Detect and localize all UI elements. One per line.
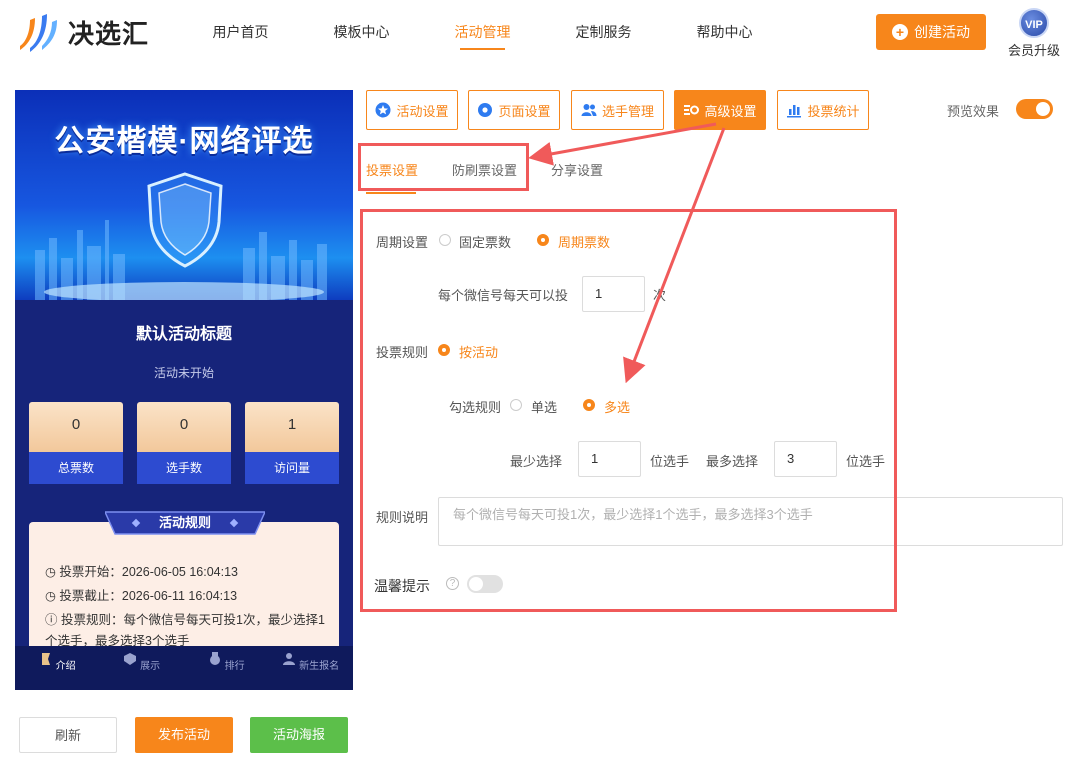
preview-tab-intro[interactable]: 介绍: [15, 646, 100, 690]
tab-label: 高级设置: [704, 103, 757, 119]
brand-name: 决选汇: [68, 18, 150, 49]
annotation-highlight-form: [360, 209, 897, 612]
stat-total-votes: 0 总票数: [29, 402, 123, 484]
preview-tab-label: 展示: [140, 661, 161, 672]
logo[interactable]: 决选汇: [16, 12, 149, 52]
tab-label: 投票统计: [807, 103, 860, 119]
clock-icon: ◷: [45, 565, 56, 579]
advanced-settings-icon: [684, 105, 700, 115]
refresh-button[interactable]: 刷新: [19, 717, 117, 753]
nav-templates[interactable]: 模板中心: [301, 0, 422, 64]
stat-contestants: 0 选手数: [137, 402, 231, 484]
tab-page-settings[interactable]: 页面设置: [468, 90, 560, 130]
tab-activity-settings[interactable]: 活动设置: [366, 90, 458, 130]
banner-title: 公安楷模·网络评选: [54, 125, 314, 158]
preview-tab-label: 排行: [224, 661, 245, 672]
shield-icon: [147, 172, 223, 268]
stat-value: 1: [245, 402, 339, 452]
preview-tab-ranking[interactable]: 排行: [184, 646, 269, 690]
logo-icon: [20, 14, 57, 52]
rule-start-text: 投票开始：2026-06-05 16:04:13: [59, 565, 238, 579]
tab-vote-statistics[interactable]: 投票统计: [777, 90, 869, 130]
subtab-share-settings[interactable]: 分享设置: [551, 160, 603, 179]
preview-toggle-label: 预览效果: [947, 104, 1000, 119]
main-nav: 用户首页 模板中心 活动管理 定制服务 帮助中心: [180, 0, 785, 64]
rule-vote-text: 投票规则：每个微信号每天可投1次，最少选择1个选手，最多选择3个选手: [45, 613, 325, 648]
stat-label: 选手数: [137, 452, 231, 484]
gear-icon: [478, 103, 493, 117]
stat-visits: 1 访问量: [245, 402, 339, 484]
create-activity-button[interactable]: + 创建活动: [876, 14, 986, 50]
nav-custom-service[interactable]: 定制服务: [543, 0, 664, 64]
preview-toggle[interactable]: [1016, 99, 1053, 119]
intro-icon: [41, 653, 50, 665]
vip-label: 会员升级: [1007, 43, 1060, 58]
tab-label: 选手管理: [601, 103, 654, 119]
stat-value: 0: [137, 402, 231, 452]
badge-icon: [124, 653, 137, 665]
info-icon: ⓘ: [45, 613, 58, 627]
preview-tab-label: 新生报名: [299, 661, 340, 672]
tab-label: 活动设置: [396, 103, 449, 119]
stat-value: 0: [29, 402, 123, 452]
tab-label: 页面设置: [498, 103, 551, 119]
preview-tab-label: 介绍: [55, 661, 76, 672]
preview-banner: 公安楷模·网络评选: [15, 90, 353, 300]
users-icon: [581, 104, 597, 116]
subtab-underline: [366, 192, 416, 194]
preview-tab-display[interactable]: 展示: [100, 646, 185, 690]
create-activity-label: 创建活动: [914, 24, 970, 40]
rule-start: ◷ 投票开始：2026-06-05 16:04:13: [45, 562, 335, 583]
preview-tab-signup[interactable]: 新生报名: [269, 646, 354, 690]
rules-card: ◷ 投票开始：2026-06-05 16:04:13 ◷ 投票截止：2026-0…: [29, 522, 339, 662]
tab-contestant-management[interactable]: 选手管理: [571, 90, 664, 130]
tab-advanced-settings[interactable]: 高级设置: [674, 90, 766, 130]
medal-icon: [209, 652, 220, 665]
rule-end-text: 投票截止：2026-06-11 16:04:13: [59, 589, 238, 603]
top-header: 决选汇 用户首页 模板中心 活动管理 定制服务 帮助中心 + 创建活动 VIP …: [0, 0, 1085, 64]
preview-tabbar: 介绍 展示 排行 新生报名: [15, 646, 353, 690]
mobile-preview: 公安楷模·网络评选 默认活动标题 活动未开始 0 总票数 0 选手数 1 访问量…: [15, 90, 353, 690]
rules-title: 活动规则: [158, 515, 211, 530]
stat-label: 访问量: [245, 452, 339, 484]
publish-activity-button[interactable]: 发布活动: [135, 717, 233, 753]
vip-upgrade[interactable]: VIP 会员升级: [1006, 8, 1062, 59]
rule-end: ◷ 投票截止：2026-06-11 16:04:13: [45, 586, 335, 607]
star-icon: [375, 102, 391, 118]
nav-help[interactable]: 帮助中心: [664, 0, 785, 64]
nav-home[interactable]: 用户首页: [180, 0, 301, 64]
annotation-highlight-subtabs: [358, 143, 529, 191]
plus-icon: +: [892, 24, 908, 40]
activity-title: 默认活动标题: [135, 326, 232, 343]
activity-status: 活动未开始: [153, 366, 214, 380]
nav-activity-management[interactable]: 活动管理: [422, 0, 543, 64]
preview-body: 默认活动标题 活动未开始 0 总票数 0 选手数 1 访问量 ◷ 投票开始：20…: [15, 300, 353, 662]
person-icon: [283, 653, 296, 665]
stat-label: 总票数: [29, 452, 123, 484]
bar-chart-icon: [787, 105, 802, 118]
clock-icon: ◷: [45, 589, 56, 603]
activity-poster-button[interactable]: 活动海报: [250, 717, 348, 753]
vip-icon: VIP: [1019, 8, 1049, 38]
